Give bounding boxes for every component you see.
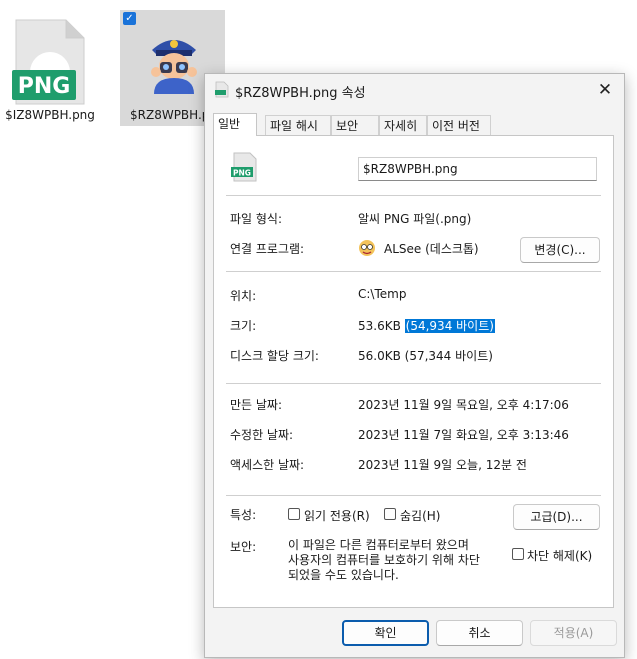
unblock-checkbox[interactable]: [512, 548, 524, 560]
location-value: C:\Temp: [358, 287, 407, 301]
modified-label: 수정한 날짜:: [230, 428, 294, 442]
size-value-wrap: 53.6KB (54,934 바이트): [358, 317, 495, 334]
general-panel: PNG $RZ8WPBH.png 파일 형식: 알씨 PNG 파일(.png) …: [213, 135, 614, 608]
open-with-label: 연결 프로그램:: [230, 242, 305, 256]
dialog-title: $RZ8WPBH.png 속성: [235, 86, 366, 101]
desktop-file-iz8wpbh[interactable]: PNG $IZ8WPBH.png: [0, 10, 100, 128]
selection-checkbox[interactable]: ✓: [123, 12, 136, 25]
security-text-line: 사용자의 컴퓨터를 보호하기 위해 차단: [288, 553, 480, 567]
file-name-label: $IZ8WPBH.png: [5, 108, 95, 122]
unblock-label[interactable]: 차단 해제(K): [527, 547, 592, 564]
modified-value: 2023년 11월 7일 화요일, 오후 3:13:46: [358, 428, 569, 442]
tab-file-hash[interactable]: 파일 해시: [265, 115, 331, 135]
security-warning-text: 이 파일은 다른 컴퓨터로부터 왔으며 사용자의 컴퓨터를 보호하기 위해 차단…: [288, 538, 480, 583]
png-file-icon: [215, 81, 229, 98]
open-with-value: ALSee (데스크톱): [384, 242, 479, 256]
separator: [226, 195, 601, 196]
tab-details[interactable]: 자세히: [379, 115, 427, 135]
png-badge: PNG: [17, 74, 71, 99]
file-type-value: 알씨 PNG 파일(.png): [358, 212, 472, 226]
attributes-label: 특성:: [230, 508, 257, 522]
readonly-label[interactable]: 읽기 전용(R): [304, 507, 370, 524]
accessed-label: 액세스한 날짜:: [230, 458, 305, 472]
police-character-thumbnail-icon: [151, 40, 197, 94]
properties-dialog: $RZ8WPBH.png 속성 ✕ 일반 파일 해시 보안 자세히 이전 버전 …: [204, 73, 625, 658]
size-label: 크기:: [230, 319, 257, 333]
readonly-checkbox[interactable]: [288, 508, 300, 520]
png-icon-text: PNG: [233, 169, 251, 178]
accessed-value: 2023년 11월 9일 오늘, 12분 전: [358, 458, 527, 472]
tab-security[interactable]: 보안: [331, 115, 379, 135]
apply-button[interactable]: 적용(A): [530, 620, 617, 646]
separator: [226, 383, 601, 384]
png-file-icon: PNG: [231, 152, 257, 182]
separator: [226, 271, 601, 272]
alsee-app-icon: [359, 240, 375, 256]
change-button[interactable]: 변경(C)...: [520, 237, 600, 263]
filename-input[interactable]: $RZ8WPBH.png: [358, 157, 597, 181]
close-icon: ✕: [597, 80, 613, 100]
created-value: 2023년 11월 9일 목요일, 오후 4:17:06: [358, 398, 569, 412]
size-value: 53.6KB: [358, 319, 401, 333]
ok-button[interactable]: 확인: [342, 620, 429, 646]
hidden-checkbox[interactable]: [384, 508, 396, 520]
security-text-line: 이 파일은 다른 컴퓨터로부터 왔으며: [288, 538, 469, 552]
cancel-button[interactable]: 취소: [436, 620, 523, 646]
location-label: 위치:: [230, 289, 257, 303]
security-label: 보안:: [230, 540, 257, 554]
tab-previous-versions[interactable]: 이전 버전: [427, 115, 491, 135]
advanced-button[interactable]: 고급(D)...: [513, 504, 600, 530]
file-type-label: 파일 형식:: [230, 212, 283, 226]
size-bytes-selected[interactable]: (54,934 바이트): [404, 319, 495, 333]
title-bar[interactable]: $RZ8WPBH.png 속성 ✕: [205, 74, 624, 106]
hidden-label[interactable]: 숨김(H): [400, 507, 440, 524]
tab-general[interactable]: 일반: [213, 113, 257, 136]
security-text-line: 되었을 수도 있습니다.: [288, 568, 399, 582]
close-button[interactable]: ✕: [592, 78, 618, 102]
created-label: 만든 날짜:: [230, 398, 283, 412]
separator: [226, 495, 601, 496]
size-on-disk-value: 56.0KB (57,344 바이트): [358, 349, 493, 363]
size-on-disk-label: 디스크 할당 크기:: [230, 349, 319, 363]
